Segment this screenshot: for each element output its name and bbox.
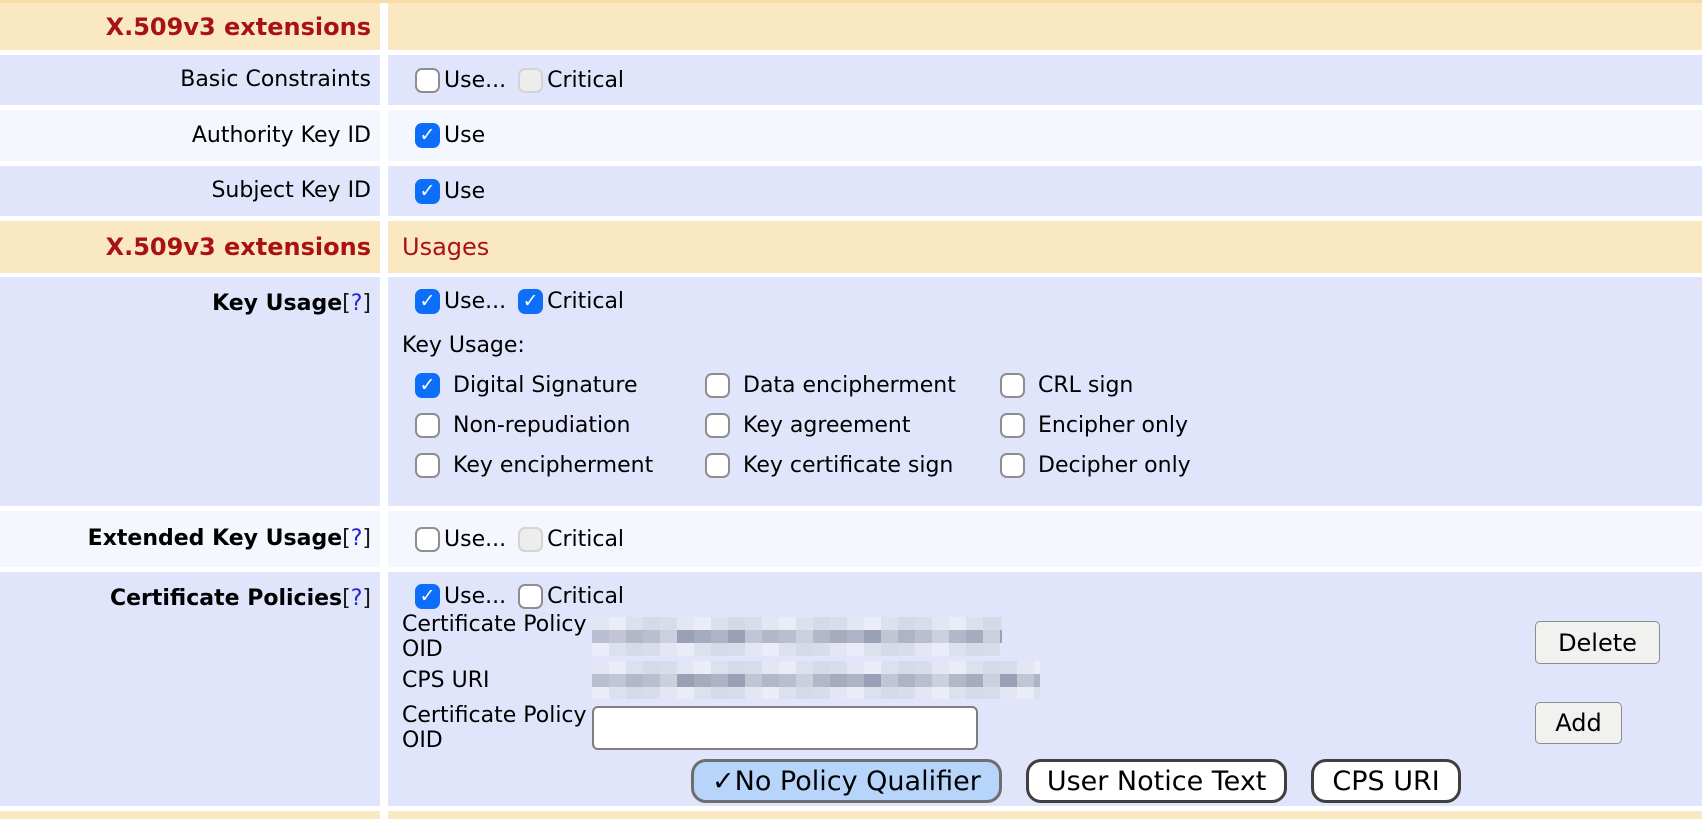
key-usage-option: Key certificate sign xyxy=(705,453,1000,478)
critical-checkbox xyxy=(518,527,543,552)
certificate-policy-oid-label: Certificate Policy OID xyxy=(402,703,592,753)
row-extended-key-usage: Extended Key Usage[?] Use... Critical xyxy=(0,511,1702,567)
certificate-policy-oid-label: Certificate Policy OID xyxy=(402,612,592,662)
key-agreement-checkbox[interactable] xyxy=(705,413,730,438)
key-usage-option: Key agreement xyxy=(705,413,1000,438)
authority-key-id-controls: Use xyxy=(415,123,485,148)
use-checkbox[interactable] xyxy=(415,123,440,148)
critical-checkbox-label: Critical xyxy=(547,584,624,609)
section-subtitle: Usages xyxy=(402,233,489,261)
row-certificate-policies: Certificate Policies[?] Use... Critical … xyxy=(0,572,1702,806)
use-checkbox[interactable] xyxy=(415,68,440,93)
crl-sign-checkbox[interactable] xyxy=(1000,373,1025,398)
critical-checkbox[interactable] xyxy=(518,584,543,609)
decipher-only-checkbox[interactable] xyxy=(1000,453,1025,478)
new-policy-oid-row: Certificate Policy OID xyxy=(402,705,1702,751)
add-button[interactable]: Add xyxy=(1535,702,1622,744)
certificate-policies-help-link[interactable]: ? xyxy=(351,586,363,611)
row-authority-key-id: Authority Key ID Use xyxy=(0,110,1702,161)
key-usage-option: Encipher only xyxy=(1000,413,1702,438)
digital-signature-checkbox[interactable] xyxy=(415,373,440,398)
row-subject-key-id: Subject Key ID Use xyxy=(0,166,1702,216)
key-encipherment-checkbox[interactable] xyxy=(415,453,440,478)
critical-checkbox-label: Critical xyxy=(547,289,624,314)
policy-qualifier-buttons: ✓No Policy Qualifier User Notice Text CP… xyxy=(691,759,1702,803)
use-checkbox-label: Use... xyxy=(444,289,506,314)
cps-uri-label: CPS URI xyxy=(402,668,592,693)
key-usage-label: Key Usage[?] xyxy=(212,291,371,316)
use-checkbox-label: Use xyxy=(444,179,485,204)
next-section-header-cut xyxy=(0,811,1702,819)
critical-checkbox[interactable] xyxy=(518,289,543,314)
row-basic-constraints: Basic Constraints Use... Critical xyxy=(0,55,1702,105)
extended-key-usage-help-link[interactable]: ? xyxy=(351,526,363,551)
key-usage-section-label: Key Usage: xyxy=(402,333,1702,358)
key-usage-option: CRL sign xyxy=(1000,373,1702,398)
authority-key-id-label: Authority Key ID xyxy=(192,123,371,148)
certificate-policies-label: Certificate Policies[?] xyxy=(110,586,371,611)
key-usage-option: Decipher only xyxy=(1000,453,1702,478)
certificate-policy-oid-input[interactable] xyxy=(592,706,978,750)
critical-checkbox-label: Critical xyxy=(547,527,624,552)
use-checkbox-label: Use... xyxy=(444,584,506,609)
redacted-policy-oid-value xyxy=(592,617,1002,656)
subject-key-id-controls: Use xyxy=(415,179,485,204)
cps-uri-button[interactable]: CPS URI xyxy=(1311,759,1460,803)
key-usage-help-link[interactable]: ? xyxy=(351,291,363,316)
use-checkbox[interactable] xyxy=(415,179,440,204)
non-repudiation-checkbox[interactable] xyxy=(415,413,440,438)
section-title: X.509v3 extensions xyxy=(106,233,371,261)
critical-checkbox xyxy=(518,68,543,93)
critical-checkbox-label: Critical xyxy=(547,68,624,93)
key-certificate-sign-checkbox[interactable] xyxy=(705,453,730,478)
use-checkbox-label: Use... xyxy=(444,68,506,93)
section-title: X.509v3 extensions xyxy=(106,13,371,41)
delete-button[interactable]: Delete xyxy=(1535,621,1660,664)
encipher-only-checkbox[interactable] xyxy=(1000,413,1025,438)
use-checkbox[interactable] xyxy=(415,584,440,609)
row-key-usage: Key Usage[?] Use... Critical Key Usage: … xyxy=(0,277,1702,506)
redacted-cps-uri-value xyxy=(592,661,1040,699)
no-policy-qualifier-button[interactable]: ✓No Policy Qualifier xyxy=(691,759,1002,803)
use-checkbox-label: Use... xyxy=(444,527,506,552)
use-checkbox-label: Use xyxy=(444,123,485,148)
basic-constraints-controls: Use... Critical xyxy=(415,68,624,93)
x509-extensions-form: X.509v3 extensions Basic Constraints Use… xyxy=(0,0,1702,820)
extended-key-usage-label: Extended Key Usage[?] xyxy=(88,526,371,551)
certificate-policies-controls: Use... Critical xyxy=(415,584,1702,609)
key-usage-option: Data encipherment xyxy=(705,373,1000,398)
cps-uri-row: CPS URI xyxy=(402,661,1702,699)
section-header-usages: X.509v3 extensions Usages xyxy=(0,221,1702,273)
data-encipherment-checkbox[interactable] xyxy=(705,373,730,398)
key-usage-options-grid: Digital Signature Data encipherment CRL … xyxy=(415,373,1702,478)
use-checkbox[interactable] xyxy=(415,289,440,314)
use-checkbox[interactable] xyxy=(415,527,440,552)
section-header-extensions: X.509v3 extensions xyxy=(0,3,1702,50)
key-usage-option: Digital Signature xyxy=(415,373,705,398)
basic-constraints-label: Basic Constraints xyxy=(180,67,371,92)
key-usage-option: Key encipherment xyxy=(415,453,705,478)
key-usage-option: Non-repudiation xyxy=(415,413,705,438)
subject-key-id-label: Subject Key ID xyxy=(211,178,371,203)
key-usage-controls: Use... Critical xyxy=(415,289,1702,314)
extended-key-usage-controls: Use... Critical xyxy=(415,527,624,552)
policy-oid-row: Certificate Policy OID xyxy=(402,617,1702,656)
user-notice-text-button[interactable]: User Notice Text xyxy=(1026,759,1288,803)
